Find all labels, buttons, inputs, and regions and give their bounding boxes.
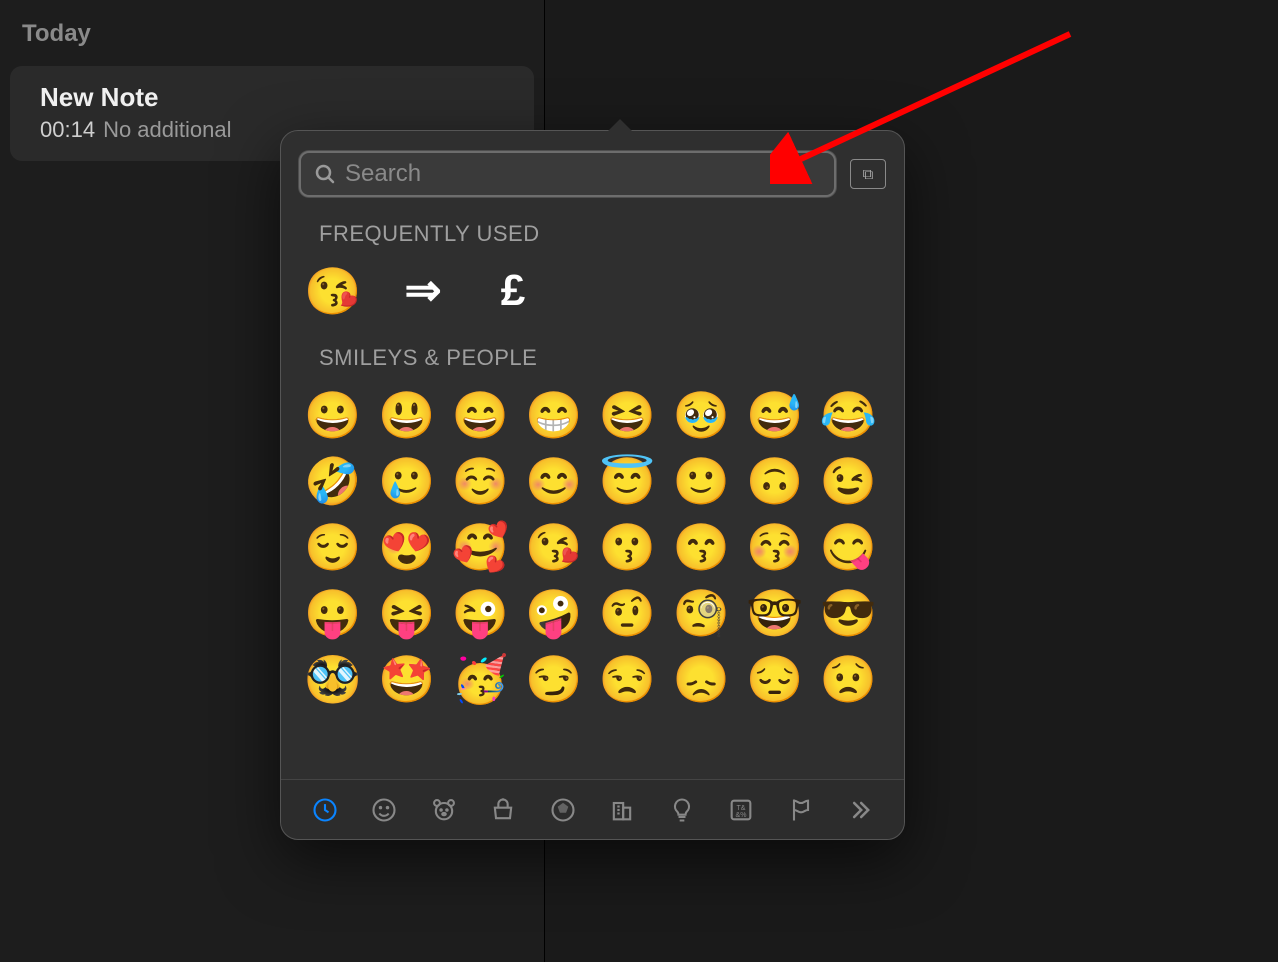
svg-text:T&: T& (737, 805, 746, 812)
emoji-item[interactable]: 😉 (818, 451, 878, 511)
soccer-icon (549, 796, 577, 824)
category-recents-button[interactable] (307, 792, 343, 828)
emoji-item[interactable]: 🤨 (598, 583, 658, 643)
emoji-category-bar: T&&% (281, 779, 904, 839)
category-flags-button[interactable] (783, 792, 819, 828)
emoji-item[interactable]: 🤣 (303, 451, 363, 511)
emoji-item[interactable]: 🥳 (450, 649, 510, 709)
emoji-item[interactable]: 😚 (745, 517, 805, 577)
section-today-label: Today (10, 12, 534, 62)
emoji-item[interactable]: 😘 (524, 517, 584, 577)
category-animals-button[interactable] (426, 792, 462, 828)
emoji-grid-row: 🥸 🤩 🥳 😏 😒 😞 😔 😟 (297, 645, 888, 711)
note-title: New Note (40, 82, 512, 113)
emoji-item[interactable]: 🤩 (377, 649, 437, 709)
emoji-item[interactable]: 😎 (818, 583, 878, 643)
emoji-item[interactable]: 🥰 (450, 517, 510, 577)
emoji-item[interactable]: 🤪 (524, 583, 584, 643)
emoji-grid-row: 😌 😍 🥰 😘 😗 😙 😚 😋 (297, 513, 888, 579)
emoji-item[interactable]: 😋 (818, 517, 878, 577)
clock-icon (311, 796, 339, 824)
emoji-item[interactable]: 🙃 (745, 451, 805, 511)
emoji-item[interactable]: 😝 (377, 583, 437, 643)
category-smileys-button[interactable] (366, 792, 402, 828)
emoji-item[interactable]: 😜 (450, 583, 510, 643)
category-more-button[interactable] (842, 792, 878, 828)
flag-icon (787, 796, 815, 824)
emoji-item[interactable]: 😄 (450, 385, 510, 445)
smileys-people-label: SMILEYS & PEOPLE (297, 331, 888, 381)
emoji-scroll-area[interactable]: FREQUENTLY USED 😘 ⇒ £ SMILEYS & PEOPLE 😀… (281, 207, 904, 779)
emoji-item[interactable]: 🙂 (671, 451, 731, 511)
category-food-button[interactable] (485, 792, 521, 828)
category-travel-button[interactable] (604, 792, 640, 828)
emoji-item[interactable]: 😔 (745, 649, 805, 709)
window-expand-icon: ⧉ (863, 166, 874, 183)
expand-character-viewer-button[interactable]: ⧉ (850, 159, 886, 189)
symbols-icon: T&&% (727, 796, 755, 824)
emoji-item[interactable]: 😟 (818, 649, 878, 709)
bear-icon (430, 796, 458, 824)
note-snippet: No additional (103, 117, 231, 142)
category-objects-button[interactable] (664, 792, 700, 828)
search-icon (313, 162, 337, 186)
lightbulb-icon (668, 796, 696, 824)
emoji-item[interactable]: 🤓 (745, 583, 805, 643)
emoji-item[interactable]: 😃 (377, 385, 437, 445)
emoji-item[interactable]: 😗 (598, 517, 658, 577)
emoji-item[interactable]: 😇 (598, 451, 658, 511)
emoji-item[interactable]: 😞 (671, 649, 731, 709)
emoji-item[interactable]: 😙 (671, 517, 731, 577)
emoji-item[interactable]: ⇒ (393, 261, 453, 321)
emoji-search-input[interactable] (345, 160, 822, 188)
emoji-item[interactable]: 😛 (303, 583, 363, 643)
emoji-item[interactable]: 😒 (598, 649, 658, 709)
food-icon (489, 796, 517, 824)
emoji-item[interactable]: 😊 (524, 451, 584, 511)
smiley-icon (370, 796, 398, 824)
frequently-used-row: 😘 ⇒ £ (297, 257, 888, 331)
emoji-item[interactable]: 🥸 (303, 649, 363, 709)
emoji-item[interactable]: 🥲 (377, 451, 437, 511)
emoji-item[interactable]: 🧐 (671, 583, 731, 643)
emoji-picker-popover: ⧉ FREQUENTLY USED 😘 ⇒ £ SMILEYS & PEOPLE… (280, 130, 905, 840)
emoji-item[interactable]: 🥹 (671, 385, 731, 445)
emoji-item[interactable]: ☺️ (450, 451, 510, 511)
note-time: 00:14 (40, 117, 95, 142)
emoji-item[interactable]: £ (483, 261, 543, 321)
emoji-grid-row: 🤣 🥲 ☺️ 😊 😇 🙂 🙃 😉 (297, 447, 888, 513)
emoji-item[interactable]: 😍 (377, 517, 437, 577)
emoji-grid-row: 😀 😃 😄 😁 😆 🥹 😅 😂 (297, 381, 888, 447)
emoji-search-row: ⧉ (281, 131, 904, 207)
emoji-item[interactable]: 😀 (303, 385, 363, 445)
emoji-grid-row: 😛 😝 😜 🤪 🤨 🧐 🤓 😎 (297, 579, 888, 645)
frequently-used-label: FREQUENTLY USED (297, 207, 888, 257)
emoji-item[interactable]: 😂 (818, 385, 878, 445)
category-activity-button[interactable] (545, 792, 581, 828)
category-symbols-button[interactable]: T&&% (723, 792, 759, 828)
chevron-double-right-icon (846, 796, 874, 824)
emoji-item[interactable]: 😅 (745, 385, 805, 445)
emoji-item[interactable]: 😏 (524, 649, 584, 709)
building-icon (608, 796, 636, 824)
emoji-search-field[interactable] (299, 151, 836, 197)
emoji-item[interactable]: 😘 (303, 261, 363, 321)
svg-text:&%: &% (736, 812, 747, 819)
emoji-item[interactable]: 😁 (524, 385, 584, 445)
emoji-item[interactable]: 😌 (303, 517, 363, 577)
emoji-item[interactable]: 😆 (598, 385, 658, 445)
